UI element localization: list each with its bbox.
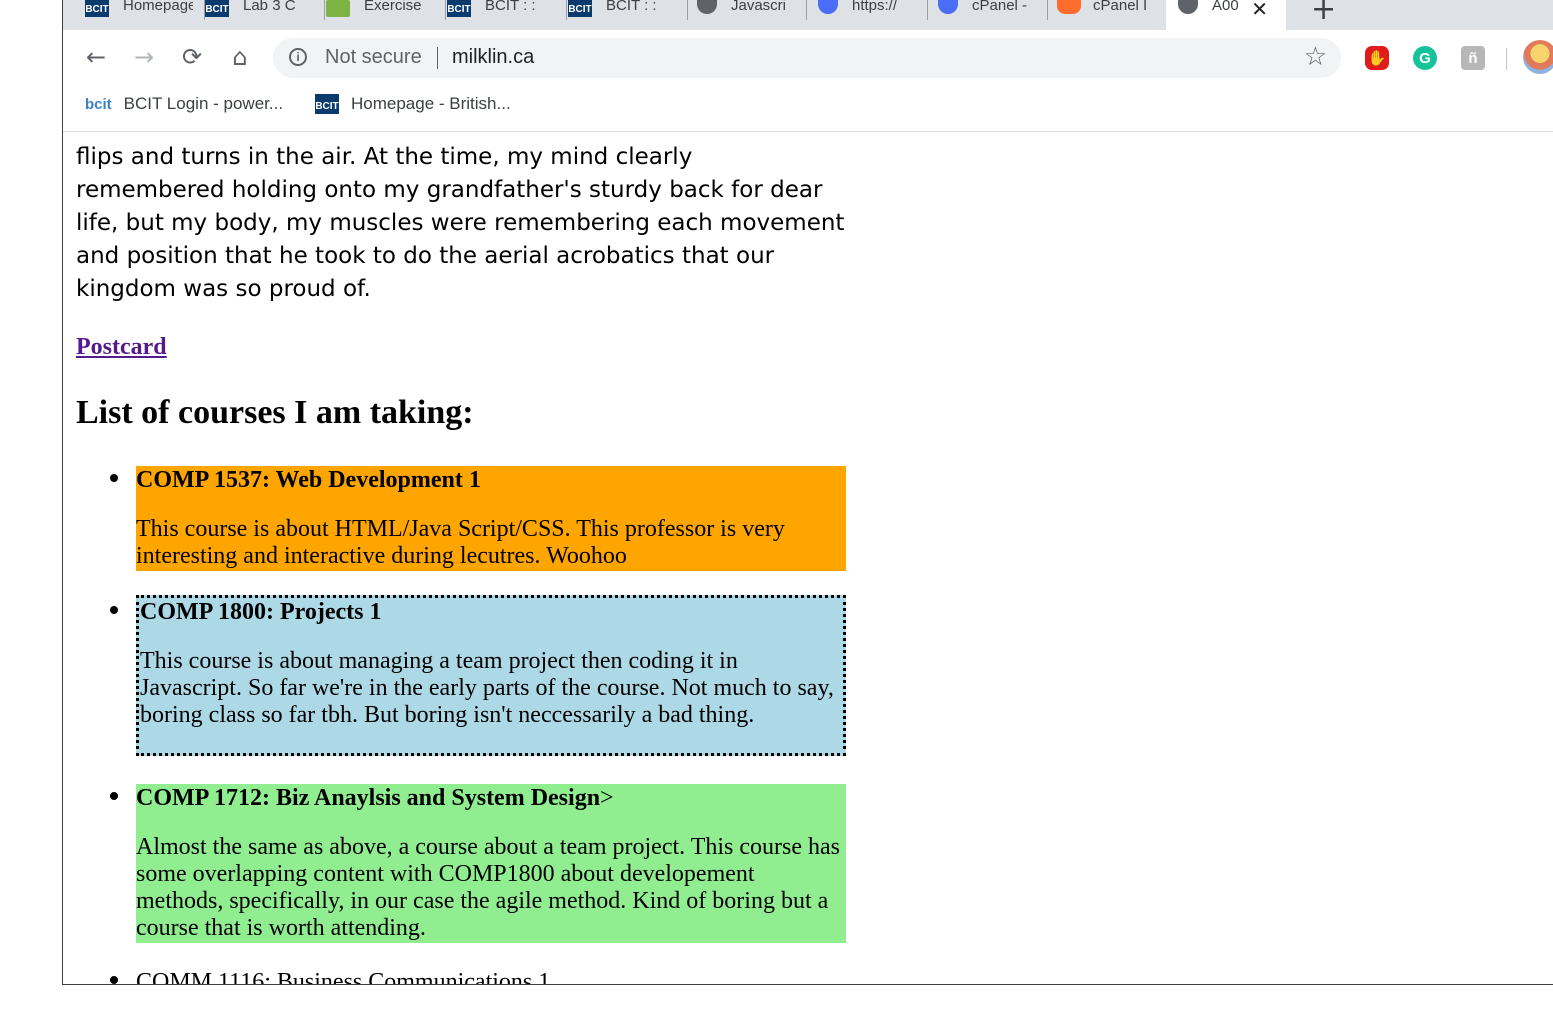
tab-divider	[1047, 0, 1048, 20]
tab-https[interactable]: https://	[818, 0, 928, 30]
bcit-icon: BCIT	[85, 0, 109, 17]
bookmark-star-icon[interactable]: ☆	[1304, 42, 1327, 72]
list-bullet	[110, 792, 118, 800]
tab-cpanel-1[interactable]: cPanel -	[938, 0, 1048, 30]
page-content: flips and turns in the air. At the time,…	[63, 132, 1553, 984]
globe-icon	[1178, 0, 1198, 14]
grammarly-g-icon	[938, 0, 958, 14]
bcit-icon: BCIT	[205, 0, 229, 17]
tab-javascript[interactable]: Javascri	[697, 0, 807, 30]
home-icon[interactable]: ⌂	[225, 42, 255, 72]
course-description: This course is about managing a team pro…	[140, 648, 834, 728]
tab-cpanel-2[interactable]: cPanel I	[1057, 0, 1164, 30]
cpanel-icon	[1057, 0, 1081, 14]
bookmark-label: BCIT Login - power...	[123, 94, 284, 113]
course-description: This course is about HTML/Java Script/CS…	[136, 516, 785, 569]
course-item-comp1712: COMP 1712: Biz Anaylsis and System Desig…	[136, 784, 846, 943]
tab-strip: BCIT Homepage BCIT Lab 3 C Exercise BCIT…	[63, 0, 1553, 30]
tab-exercise[interactable]: Exercise	[326, 0, 446, 30]
course-item-comp1537: COMP 1537: Web Development 1 This course…	[136, 466, 846, 571]
bookmark-bcit-login[interactable]: bcit BCIT Login - power...	[85, 94, 283, 114]
globe-icon	[697, 0, 717, 14]
course-title-text: COMP 1712: Biz Anaylsis and System Desig…	[136, 785, 601, 811]
list-bullet	[110, 976, 118, 984]
bookmark-label: Homepage - British...	[351, 94, 511, 113]
close-tab-icon[interactable]: ✕	[1251, 0, 1268, 22]
profile-avatar[interactable]	[1523, 40, 1553, 74]
url-text[interactable]: milklin.ca	[452, 46, 534, 69]
bcit-icon: bcit	[85, 95, 112, 113]
tab-divider	[324, 0, 325, 20]
bookmarks-bar: bcit BCIT Login - power... BCIT Homepage…	[63, 86, 1553, 132]
tab-lab3[interactable]: BCIT Lab 3 C	[205, 0, 325, 30]
tab-title: BCIT : :	[606, 0, 657, 14]
security-label[interactable]: Not secure	[325, 46, 422, 69]
tab-title: Exercise	[364, 0, 422, 14]
list-bullet	[110, 474, 118, 482]
tab-title: Lab 3 C	[243, 0, 296, 14]
course-title: COMP 1537: Web Development 1	[136, 467, 481, 493]
list-bullet	[110, 606, 118, 614]
reload-icon[interactable]: ⟳	[177, 42, 207, 72]
back-arrow-icon[interactable]: ←	[81, 42, 111, 72]
tab-divider	[927, 0, 928, 20]
stop-extension-icon[interactable]: ✋	[1365, 46, 1389, 70]
grammarly-g-icon	[818, 0, 838, 14]
toolbar: ← → ⟳ ⌂ i Not secure milklin.ca ☆ ✋ G ñ	[63, 30, 1553, 86]
course-title-suffix: >	[600, 785, 614, 811]
h-extension-icon[interactable]: ñ	[1461, 46, 1485, 70]
tab-divider	[687, 0, 688, 20]
postcard-link[interactable]: Postcard	[76, 334, 167, 361]
omnibox-divider	[437, 47, 438, 69]
tab-title: https://	[852, 0, 898, 14]
course-description: Almost the same as above, a course about…	[136, 834, 841, 941]
tab-title: Javascri	[731, 0, 787, 14]
tab-bcit-2[interactable]: BCIT BCIT : :	[568, 0, 688, 30]
tab-title: A00	[1212, 0, 1238, 14]
new-tab-button[interactable]: +	[1311, 0, 1336, 27]
tab-divider	[445, 0, 446, 20]
course-title: COMP 1712: Biz Anaylsis and System Desig…	[136, 784, 846, 812]
story-text: flips and turns in the air. At the time,…	[76, 144, 845, 302]
tab-homepage[interactable]: BCIT Homepage	[85, 0, 205, 30]
bookmark-homepage[interactable]: BCIT Homepage - British...	[315, 94, 511, 114]
bcit-icon: BCIT	[447, 0, 471, 17]
course-item-comp1800: COMP 1800: Projects 1 This course is abo…	[136, 595, 846, 756]
address-bar[interactable]: i Not secure milklin.ca ☆	[273, 38, 1341, 78]
exercise-icon	[326, 0, 350, 17]
bcit-icon: BCIT	[568, 0, 592, 17]
browser-window: BCIT Homepage BCIT Lab 3 C Exercise BCIT…	[62, 0, 1553, 985]
tab-title: Homepage	[123, 0, 193, 14]
forward-arrow-icon[interactable]: →	[129, 42, 159, 72]
tab-title: BCIT : :	[485, 0, 536, 14]
tab-title: cPanel -	[972, 0, 1028, 14]
story-paragraph: flips and turns in the air. At the time,…	[76, 132, 846, 306]
tab-title: cPanel I	[1093, 0, 1147, 14]
tab-bcit-1[interactable]: BCIT BCIT : :	[447, 0, 567, 30]
info-icon[interactable]: i	[289, 48, 307, 66]
course-item-comm1116: COMM 1116: Business Communications 1	[136, 968, 846, 984]
tab-active[interactable]: A00 ✕	[1166, 0, 1286, 30]
course-title: COMP 1800: Projects 1	[140, 599, 382, 625]
tab-divider	[566, 0, 567, 20]
toolbar-divider	[1506, 48, 1507, 70]
bcit-icon: BCIT	[315, 94, 339, 114]
tab-divider	[806, 0, 807, 20]
grammarly-extension-icon[interactable]: G	[1413, 46, 1437, 70]
course-title: COMM 1116: Business Communications 1	[136, 969, 551, 984]
courses-heading: List of courses I am taking:	[76, 394, 474, 431]
